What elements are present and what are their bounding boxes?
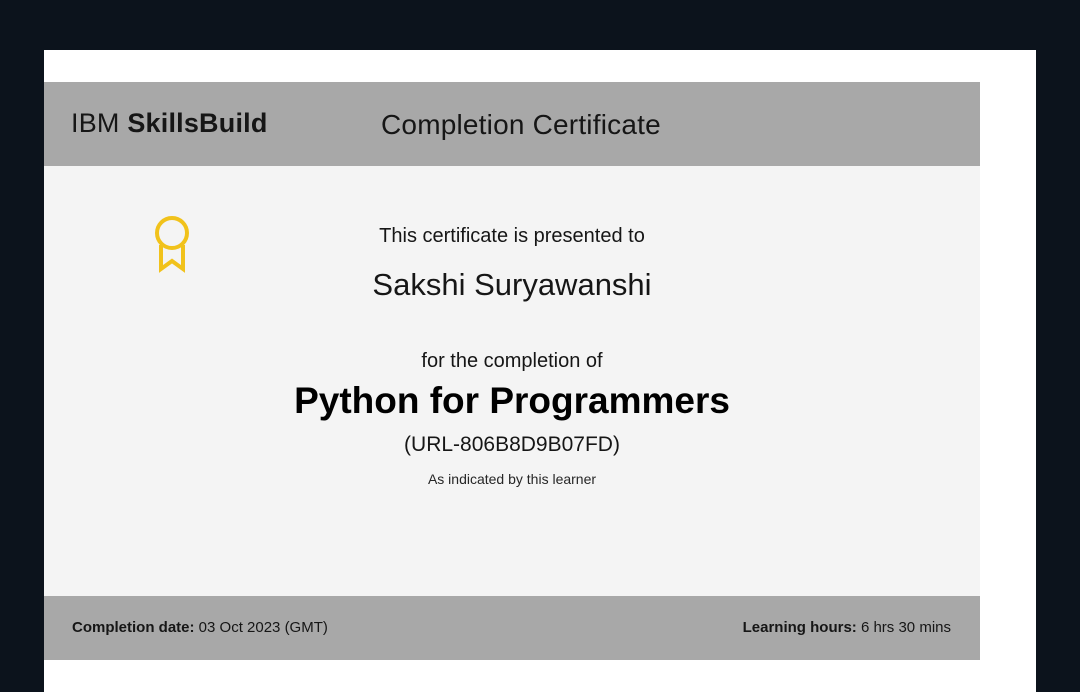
- brand-name: SkillsBuild: [127, 108, 268, 138]
- recipient-name: Sakshi Suryawanshi: [372, 267, 652, 302]
- completion-date: Completion date: 03 Oct 2023 (GMT): [72, 619, 328, 636]
- certificate-page: IBM SkillsBuild Completion Certificate T…: [44, 50, 1036, 692]
- completion-date-label: Completion date:: [72, 619, 195, 636]
- presented-to-text: This certificate is presented to: [379, 225, 645, 247]
- completion-of-text: for the completion of: [421, 350, 603, 372]
- completion-date-value: 03 Oct 2023 (GMT): [198, 619, 328, 636]
- certificate-title: Completion Certificate: [381, 109, 661, 140]
- learner-note: As indicated by this learner: [427, 471, 597, 487]
- course-name: Python for Programmers: [294, 380, 730, 421]
- learning-hours-label: Learning hours:: [742, 619, 857, 636]
- brand-logo: IBM SkillsBuild: [71, 108, 268, 139]
- learning-hours-value: 6 hrs 30 mins: [860, 619, 951, 636]
- course-id: (URL-806B8D9B07FD): [404, 433, 620, 456]
- learning-hours: Learning hours: 6 hrs 30 mins: [743, 619, 951, 636]
- brand-prefix: IBM: [71, 108, 120, 138]
- certificate-footer: Completion date: 03 Oct 2023 (GMT) Learn…: [44, 596, 980, 660]
- certificate-header: IBM SkillsBuild Completion Certificate: [44, 82, 980, 166]
- certificate: IBM SkillsBuild Completion Certificate T…: [44, 82, 980, 660]
